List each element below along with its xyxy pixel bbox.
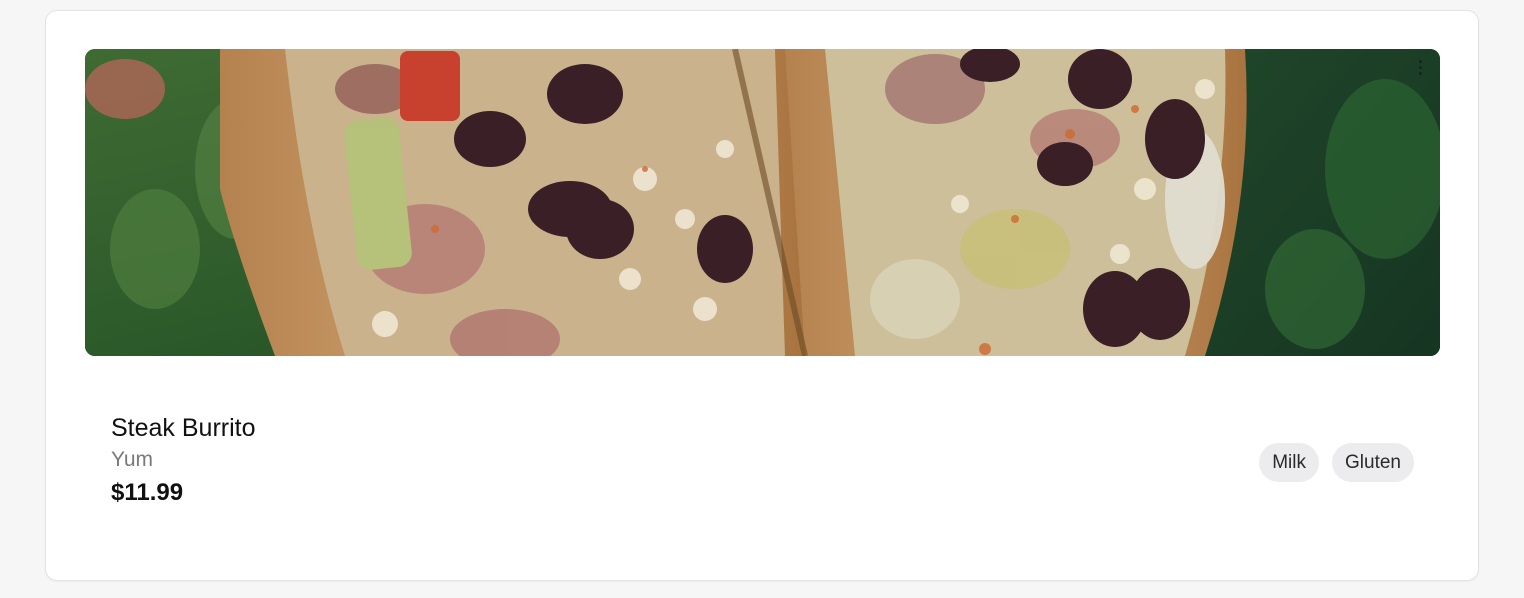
item-name: Steak Burrito: [111, 414, 256, 442]
more-vertical-icon: [1418, 59, 1422, 63]
item-info: Steak Burrito Yum $11.99: [111, 413, 256, 508]
tag-gluten: Gluten: [1332, 443, 1414, 482]
burrito-image: [85, 49, 1440, 356]
item-price: $11.99: [111, 479, 184, 506]
more-options-button[interactable]: [1414, 57, 1426, 77]
item-photo: [85, 49, 1440, 356]
menu-item-card[interactable]: Steak Burrito Yum $11.99 Milk Gluten: [45, 10, 1479, 581]
allergen-tags: Milk Gluten: [1259, 443, 1414, 482]
item-description: Yum: [111, 448, 154, 471]
tag-milk: Milk: [1259, 443, 1320, 482]
